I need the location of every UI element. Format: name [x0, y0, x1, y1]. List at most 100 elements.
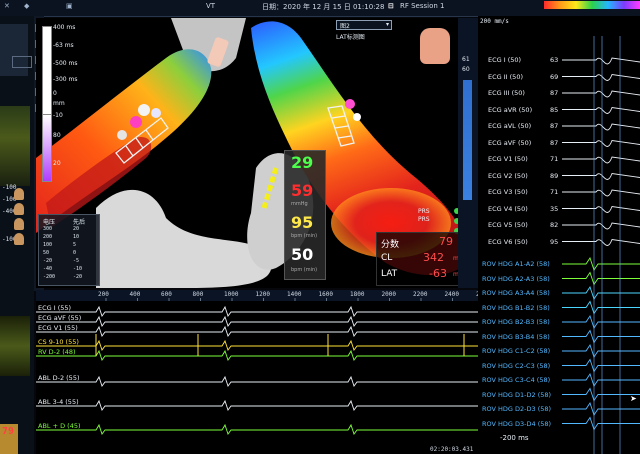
signal-trace [36, 339, 478, 351]
signal-trace [36, 349, 478, 361]
signal-panel: 200 400 600 800 1000 1200 1400 1600 1800 2000 2200… [36, 290, 478, 454]
map-right-toolbar: 61 60 [458, 18, 478, 288]
session-icon: ⊟ [388, 2, 394, 10]
left-bottom-value: 79 [2, 426, 15, 437]
left-toggle[interactable] [12, 56, 32, 68]
ecg-lead-label: ECG V4 (50) [488, 204, 528, 213]
vitals-panel: 29 59 mmHg 95 bpm (min) 50 bpm (min) [284, 150, 326, 280]
signal-trace [36, 423, 478, 435]
rov-trace [562, 271, 640, 286]
info-label-lat: LAT [381, 269, 398, 279]
ecg-lead-label: ECG III (50) [488, 89, 525, 97]
ecg-lead-label: ECG II (50) [488, 72, 523, 81]
ecg-lead-value: 87 [550, 89, 559, 97]
rov-trace [562, 329, 640, 344]
cursor-icon: ➤ [630, 394, 637, 403]
vital-rr: 50 [291, 245, 314, 264]
ecg-trace [562, 222, 640, 230]
electrode-sphere[interactable] [353, 113, 361, 121]
map-right-slider[interactable] [463, 80, 472, 200]
ecg-trace [562, 74, 640, 81]
rov-trace [562, 300, 640, 315]
ecg-traces [562, 36, 640, 454]
rov-trace [562, 358, 640, 373]
ecg-trace [562, 140, 640, 147]
electrode-sphere[interactable] [130, 116, 142, 128]
legend-value: 200 [43, 234, 53, 240]
rov-lead-label: ROV HDG B3-B4 (58) [482, 332, 550, 341]
lat-scale-label: 20 [53, 160, 61, 167]
ecg-trace [562, 206, 640, 213]
ecg-lead-value: 85 [550, 105, 559, 114]
legend-col2: 20 10 5 0 -5 -10 -20 [73, 225, 82, 281]
map-select-value: 图2 [340, 23, 350, 30]
close-icon[interactable]: ✕ [4, 2, 10, 10]
lat-scale-panel: 400 ms -63 ms -500 ms -300 ms 0 mm -10 8… [38, 20, 78, 210]
minimize-icon[interactable]: ▣ [66, 2, 73, 10]
map-select-dropdown[interactable]: 图2 ▾ [336, 20, 392, 30]
signal-trace [36, 325, 478, 337]
signal-label: ABL + D (45) [38, 422, 81, 430]
time-tick-label: 1200 [255, 291, 270, 298]
ecg-trace [562, 173, 640, 180]
left-strip: -100 -100 -400 -100 79 [0, 16, 34, 454]
ecg-lead-value: 71 [550, 155, 559, 163]
signal-trace [36, 305, 478, 317]
info-label-cl: CL [381, 253, 393, 263]
left-panel-block [0, 24, 28, 76]
map-name: LAT标测图 [336, 34, 365, 41]
torso-orientation-icon[interactable] [420, 28, 450, 64]
electrode-sphere[interactable] [345, 99, 355, 109]
avatar-icon[interactable] [14, 203, 24, 215]
avatar-stack [14, 188, 28, 258]
lat-scale-label: -500 ms [53, 60, 78, 67]
ecg-lead-label: ECG aVL (50) [488, 122, 532, 130]
avatar-icon[interactable] [14, 188, 24, 200]
legend-value: -40 [43, 266, 53, 272]
rov-trace [562, 343, 640, 359]
vital-hr-unit: bpm (min) [291, 233, 318, 239]
time-tick-label: 200 [98, 291, 109, 298]
legend-value: 100 [43, 242, 53, 248]
electrode-sphere[interactable] [117, 130, 127, 140]
legend-value: 10 [73, 234, 80, 240]
electrode-sphere[interactable] [138, 104, 150, 116]
legend-value: -5 [73, 258, 80, 264]
ecg-lead-value: 69 [550, 72, 559, 81]
rov-trace [562, 314, 640, 330]
timestamp: 02:20:03.431 [430, 446, 474, 453]
time-tick-label: 2200 [413, 291, 428, 298]
ecg-lead-value: 95 [550, 237, 559, 246]
ecg-lead-label: ECG V3 (50) [488, 188, 528, 196]
ecg-trace [562, 90, 640, 98]
legend-value: 20 [73, 226, 80, 232]
rov-lead-label: ROV HDG C1-C2 (58) [482, 347, 551, 355]
pin-icon[interactable]: ◆ [24, 2, 29, 10]
legend-col1: 300 200 100 50 -20 -40 -200 [43, 225, 55, 281]
legend-value: 0 [73, 250, 77, 256]
rov-lead-label: ROV HDG A3-A4 (58) [482, 289, 550, 297]
voltage-scale-track[interactable] [42, 114, 52, 182]
lat-scale-track[interactable] [42, 26, 52, 116]
rov-lead-label: ROV HDG D3-D4 (58) [482, 419, 552, 428]
ecg-lead-value: 35 [550, 204, 559, 213]
legend-value: -20 [43, 258, 53, 264]
ecg-lead-label: ECG aVF (50) [488, 138, 532, 147]
lat-scale-label: -300 ms [53, 76, 78, 83]
session-name: RF Session 1 [400, 2, 445, 10]
avatar-icon[interactable] [14, 233, 24, 245]
signal-label: RV D-2 (48) [38, 348, 76, 356]
time-tick-label: 2600 [476, 291, 478, 298]
rov-trace [562, 401, 640, 417]
signal-label: ECG V1 (55) [38, 324, 78, 332]
legend-value: 5 [73, 242, 77, 248]
info-label-score: 分数 [381, 240, 400, 250]
rov-lead-label: ROV HDG B2-B3 (58) [482, 318, 550, 326]
avatar-icon[interactable] [14, 218, 24, 230]
ecg-lead-label: ECG V6 (50) [488, 237, 528, 246]
info-value-cl: 342 [423, 251, 444, 264]
vital-spo2: 29 [291, 153, 314, 172]
electrode-sphere[interactable] [151, 108, 161, 118]
legend-value: 300 [43, 226, 53, 232]
lat-scale-label: 0 [53, 90, 57, 97]
